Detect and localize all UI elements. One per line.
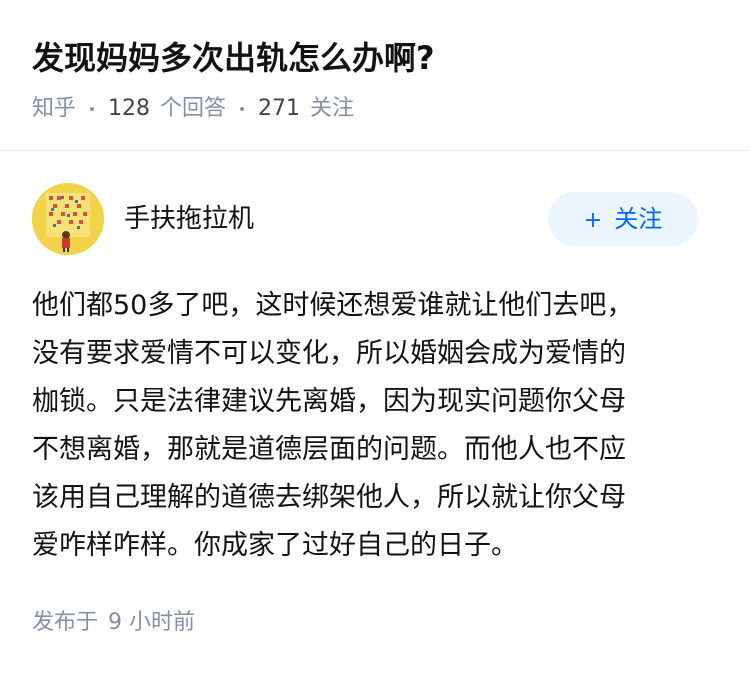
answer-line: 该用自己理解的道德去绑架他人，所以就让你父母 <box>32 482 626 513</box>
avatar[interactable] <box>32 183 104 255</box>
follow-button-label: 关注 <box>614 205 663 233</box>
follow-button[interactable]: + 关注 <box>548 192 698 246</box>
answer-count: 128 <box>108 96 151 121</box>
plus-icon: + <box>583 208 603 233</box>
question-meta: 知乎 128 个回答 271 关注 <box>32 92 354 126</box>
answer-content[interactable]: 他们都50多了吧，这时候还想爱谁就让他们去吧， 没有要求爱情不可以变化，所以婚姻… <box>32 282 718 570</box>
separator-dot <box>240 107 245 111</box>
source-label[interactable]: 知乎 <box>32 92 76 126</box>
answer-line: 枷锁。只是法律建议先离婚，因为现实问题你父母 <box>32 386 626 417</box>
question-header: 发现妈妈多次出轨怎么办啊? 知乎 128 个回答 271 关注 <box>0 0 750 151</box>
author-name[interactable]: 手扶拖拉机 <box>124 199 254 239</box>
question-title[interactable]: 发现妈妈多次出轨怎么办啊? <box>32 34 435 82</box>
answer-line: 他们都50多了吧，这时候还想爱谁就让他们去吧， <box>32 290 634 321</box>
separator-dot <box>90 107 95 111</box>
publish-time-value: 9 小时前 <box>108 610 196 635</box>
answer-line: 没有要求爱情不可以变化，所以婚姻会成为爱情的 <box>32 338 626 369</box>
follower-count: 271 <box>258 96 301 121</box>
answer-line: 爱咋样咋样。你成家了过好自己的日子。 <box>32 530 518 561</box>
avatar-image <box>32 183 104 255</box>
publish-time: 发布于 9 小时前 <box>32 606 195 640</box>
follower-count-label[interactable]: 关注 <box>310 92 354 126</box>
publish-label: 发布于 <box>32 610 99 635</box>
answer-line: 不想离婚，那就是道德层面的问题。而他人也不应 <box>32 434 626 465</box>
answer-count-label[interactable]: 个回答 <box>160 92 226 126</box>
author-row: 手扶拖拉机 + 关注 <box>32 183 698 255</box>
